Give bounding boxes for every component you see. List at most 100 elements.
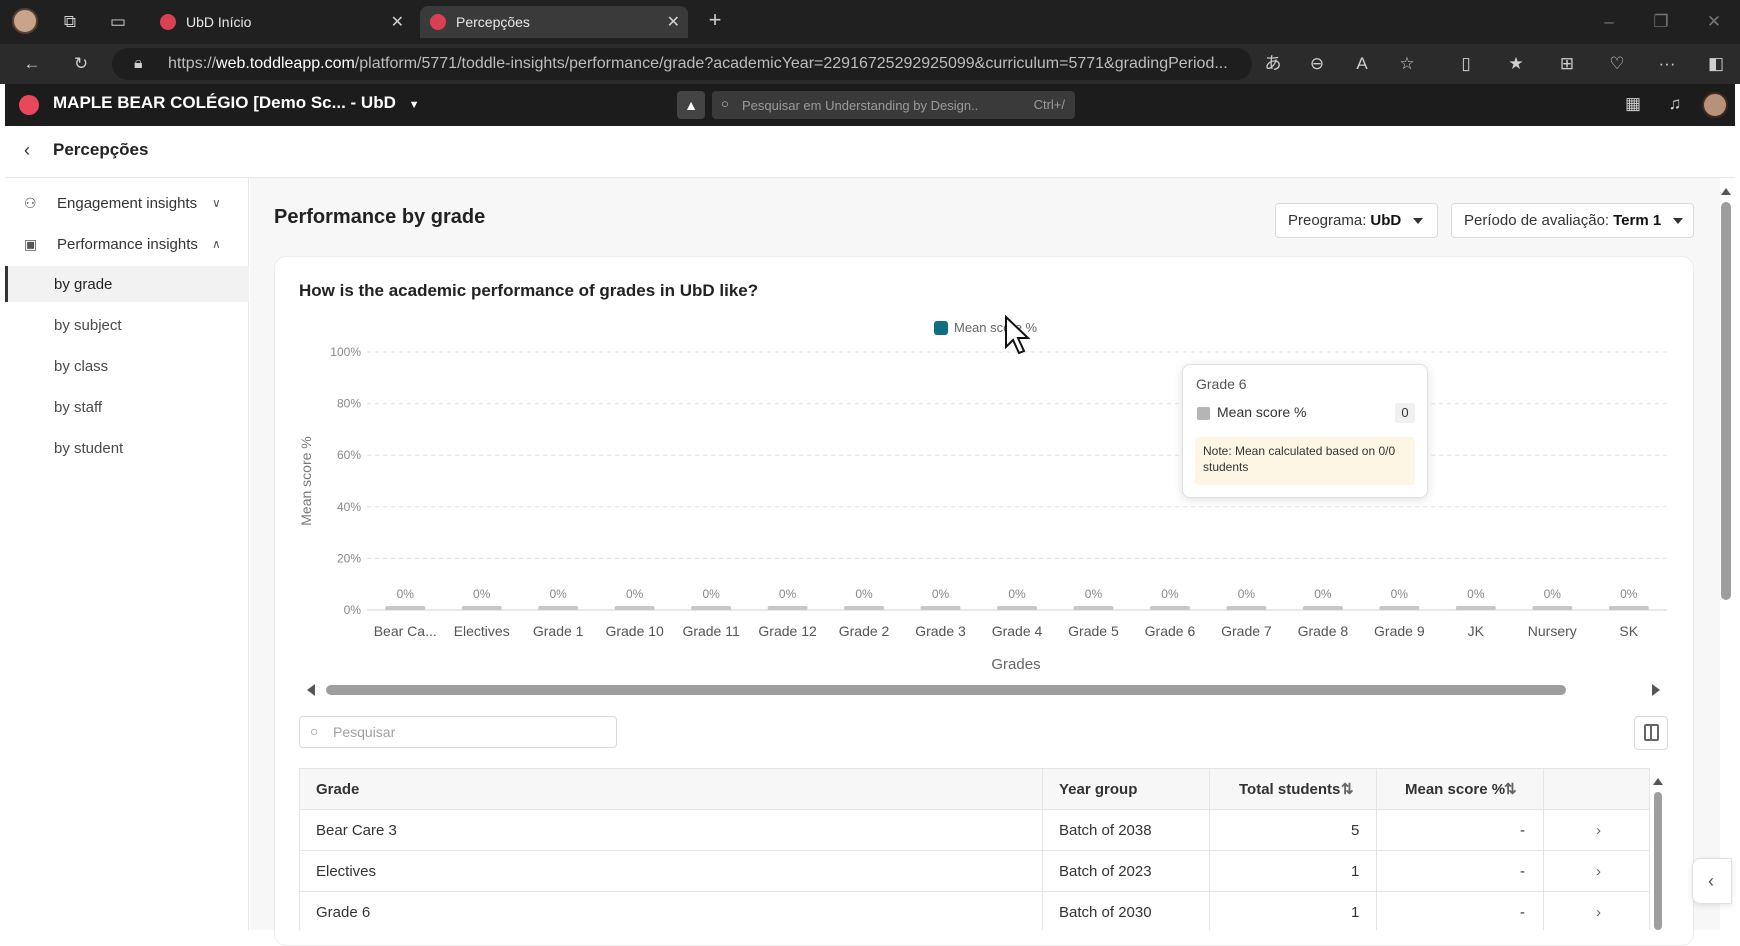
- table-row[interactable]: Bear Care 3 Batch of 2038 5 - ›: [300, 810, 1649, 851]
- chevron-left-icon: ‹: [1708, 871, 1714, 891]
- sidebar-item-by-grade[interactable]: by grade: [5, 266, 249, 302]
- global-search-input[interactable]: ○ Pesquisar em Understanding by Design..…: [712, 91, 1075, 119]
- col-divider: [1543, 769, 1544, 810]
- chevron-right-icon[interactable]: ›: [1596, 851, 1601, 892]
- sidebar-item-label: Engagement insights: [57, 194, 198, 212]
- cell-grade: Electives: [316, 863, 377, 880]
- table-search-input[interactable]: ○ Pesquisar: [299, 716, 617, 748]
- sidebar-toggle-icon[interactable]: ◧: [1705, 54, 1727, 74]
- table-search-placeholder: Pesquisar: [333, 724, 396, 740]
- scroll-up-icon[interactable]: [1653, 778, 1663, 785]
- cell-year-group: Batch of 2023: [1059, 863, 1152, 880]
- favorite-icon[interactable]: ☆: [1396, 54, 1418, 74]
- program-label: Preograma:: [1288, 212, 1367, 229]
- restore-icon[interactable]: ❐: [1650, 12, 1672, 32]
- sort-icon[interactable]: ⇅: [1504, 769, 1517, 810]
- grading-period-dropdown[interactable]: Período de avaliação: Term 1: [1451, 203, 1694, 238]
- cell-grade: Bear Care 3: [316, 822, 397, 839]
- close-tab-icon[interactable]: ✕: [391, 12, 404, 32]
- sidebar-item-by-staff[interactable]: by staff: [5, 389, 249, 425]
- immersive-reader-icon[interactable]: A: [1351, 54, 1373, 74]
- toddle-logo-icon[interactable]: [19, 95, 39, 115]
- col-divider: [1376, 769, 1377, 810]
- user-avatar[interactable]: [1702, 92, 1728, 118]
- zoom-icon[interactable]: ⊖: [1306, 54, 1328, 74]
- columns-toggle-button[interactable]: [1634, 716, 1668, 750]
- url-host: web.toddleapp.com: [216, 55, 355, 72]
- tab-title: UbD Início: [186, 14, 252, 30]
- program-value: UbD: [1370, 212, 1402, 229]
- caret-down-icon: [1413, 217, 1424, 224]
- more-icon[interactable]: ···: [1656, 54, 1678, 74]
- school-name: MAPLE BEAR COLÉGIO [Demo Sc... - UbD: [53, 93, 396, 112]
- col-header-mean-score[interactable]: Mean score %: [1405, 769, 1505, 810]
- chevron-up-icon: ∧: [212, 237, 221, 251]
- cell-mean-score: -: [1520, 904, 1525, 921]
- favorites-icon[interactable]: ★: [1505, 54, 1527, 74]
- sidebar-item-performance[interactable]: ▣ Performance insights ∧: [5, 224, 249, 264]
- sidebar-item-by-subject[interactable]: by subject: [5, 307, 249, 343]
- table-header-row: Grade Year group Total students ⇅ Mean s…: [300, 769, 1649, 810]
- table-row[interactable]: Grade 6 Batch of 2030 1 - ›: [300, 892, 1649, 930]
- table-scrollbar-thumb[interactable]: [1654, 792, 1662, 930]
- address-bar[interactable]: 🔒︎ https://web.toddleapp.com/platform/57…: [112, 48, 1252, 80]
- cell-total-students: 1: [1351, 904, 1360, 921]
- calendar-icon[interactable]: ▦: [1622, 94, 1644, 114]
- cell-total-students: 1: [1351, 863, 1360, 880]
- col-header-year-group: Year group: [1059, 781, 1138, 798]
- cell-year-group: Batch of 2030: [1059, 904, 1152, 921]
- notifications-icon[interactable]: ♫: [1664, 94, 1686, 114]
- table-scrollbar[interactable]: [1653, 778, 1663, 930]
- health-icon[interactable]: ♡: [1606, 54, 1628, 74]
- collections-icon[interactable]: ⊞: [1556, 54, 1578, 74]
- col-divider: [1042, 892, 1043, 930]
- scroll-up-icon[interactable]: [1721, 188, 1731, 195]
- tab-percepcoes[interactable]: Percepções ✕: [420, 6, 688, 38]
- period-value: Term 1: [1613, 212, 1662, 229]
- collapse-panel-button[interactable]: ‹: [1692, 858, 1732, 904]
- read-aloud-icon[interactable]: あ: [1262, 54, 1284, 74]
- table-row[interactable]: Electives Batch of 2023 1 - ›: [300, 851, 1649, 892]
- col-divider: [1543, 851, 1544, 892]
- page-scrollbar[interactable]: [1719, 178, 1733, 930]
- back-arrow-icon[interactable]: ‹: [24, 140, 30, 161]
- profile-avatar[interactable]: [12, 8, 38, 34]
- program-dropdown[interactable]: Preograma: UbD: [1275, 203, 1438, 238]
- tooltip-note: Note: Mean calculated based on 0/0 stude…: [1195, 437, 1415, 485]
- columns-icon-divider: [1650, 724, 1652, 741]
- chevron-right-icon[interactable]: ›: [1596, 892, 1601, 930]
- browser-tab-bar: ⧉ ▭ UbD Início ✕ Percepções ✕ + – ❐ ✕: [0, 0, 1740, 44]
- lock-icon[interactable]: 🔒︎: [134, 55, 143, 73]
- tooltip-label: Mean score %: [1217, 404, 1307, 420]
- split-screen-icon[interactable]: ▯: [1455, 54, 1477, 74]
- rocket-icon[interactable]: ▲: [677, 91, 705, 119]
- chart-tooltip: Grade 6 Mean score % 0 Note: Mean calcul…: [1182, 364, 1428, 498]
- report-icon: ▣: [24, 235, 38, 252]
- back-icon[interactable]: ←: [21, 54, 43, 74]
- toddle-favicon-icon: [160, 14, 176, 30]
- chevron-right-icon[interactable]: ›: [1596, 810, 1601, 851]
- workspaces-icon[interactable]: ⧉: [59, 12, 81, 32]
- sort-icon[interactable]: ⇅: [1341, 769, 1354, 810]
- col-divider: [1209, 851, 1210, 892]
- sidebar-item-by-student[interactable]: by student: [5, 430, 249, 466]
- sidebar-item-by-class[interactable]: by class: [5, 348, 249, 384]
- col-divider: [1042, 810, 1043, 851]
- col-divider: [1543, 810, 1544, 851]
- sidebar-item-engagement[interactable]: ⚇ Engagement insights ∨: [5, 183, 249, 223]
- col-header-total-students[interactable]: Total students: [1239, 769, 1340, 810]
- school-switcher[interactable]: MAPLE BEAR COLÉGIO [Demo Sc... - UbD ▼: [53, 93, 419, 113]
- tab-ubd-inicio[interactable]: UbD Início ✕: [150, 6, 412, 38]
- refresh-icon[interactable]: ↻: [70, 54, 92, 74]
- new-tab-icon[interactable]: +: [704, 9, 726, 31]
- minimize-icon[interactable]: –: [1598, 12, 1620, 32]
- page-scrollbar-thumb[interactable]: [1721, 202, 1731, 600]
- col-header-grade: Grade: [316, 781, 360, 798]
- period-label: Período de avaliação:: [1464, 212, 1610, 229]
- col-divider: [1376, 851, 1377, 892]
- tab-actions-icon[interactable]: ▭: [107, 12, 129, 32]
- cell-year-group: Batch of 2038: [1059, 822, 1152, 839]
- close-tab-icon[interactable]: ✕: [667, 12, 680, 32]
- close-window-icon[interactable]: ✕: [1703, 12, 1725, 32]
- toddle-favicon-icon: [430, 14, 446, 30]
